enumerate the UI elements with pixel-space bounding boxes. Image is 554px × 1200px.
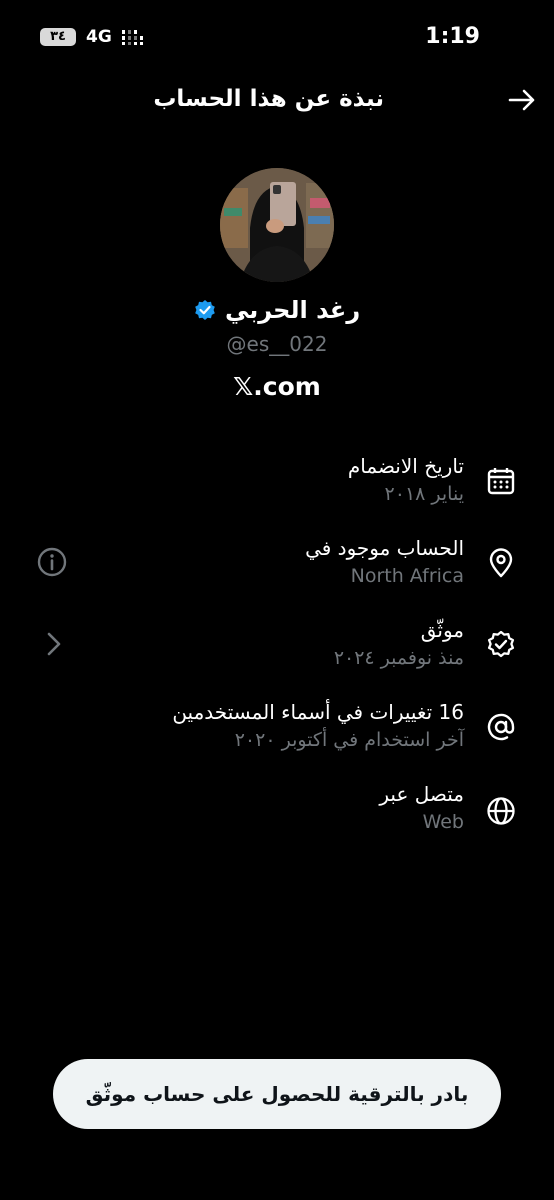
info-row-joined: تاريخ الانضمام يناير ٢٠١٨ (0, 452, 554, 522)
verified-check-icon (487, 630, 515, 658)
connected-via-title: متصل عبر (379, 782, 464, 806)
verified-value: منذ نوفمبر ٢٠٢٤ (333, 647, 464, 669)
globe-icon (487, 797, 515, 825)
network-type: 4G (86, 27, 112, 47)
clock: 1:19 (425, 24, 480, 49)
verified-title: موثّق (420, 618, 464, 642)
location-title: الحساب موجود في (305, 536, 464, 560)
calendar-icon (487, 468, 515, 495)
x-link[interactable]: 𝕏.com (0, 372, 554, 401)
location-pin-icon (489, 548, 513, 578)
avatar[interactable] (220, 168, 334, 282)
display-name-row: رغد الحربي (0, 296, 554, 324)
username-changes-value: آخر استخدام في أكتوبر ٢٠٢٠ (234, 729, 464, 751)
display-name: رغد الحربي (224, 296, 361, 324)
avatar-image (220, 168, 334, 282)
chevron-right-icon[interactable] (38, 628, 70, 660)
joined-value: يناير ٢٠١٨ (384, 483, 464, 505)
status-bar: ٣٤ 4G 1:19 (0, 0, 554, 70)
at-sign-icon (487, 713, 515, 741)
location-value: North Africa (350, 565, 464, 587)
joined-title: تاريخ الانضمام (347, 454, 464, 478)
info-row-connected-via: متصل عبر Web (0, 780, 554, 850)
info-icon[interactable] (36, 546, 68, 578)
signal-icon (122, 30, 143, 45)
verified-badge-icon[interactable] (194, 299, 216, 321)
info-row-verified[interactable]: موثّق منذ نوفمبر ٢٠٢٤ (0, 616, 554, 686)
info-row-location: الحساب موجود في North Africa (0, 534, 554, 604)
upgrade-button[interactable]: بادر بالترقية للحصول على حساب موثّق (53, 1059, 501, 1129)
arrow-right-icon[interactable] (504, 82, 540, 118)
info-row-username-changes: 16 تغييرات في أسماء المستخدمين آخر استخد… (0, 698, 554, 768)
header: نبذة عن هذا الحساب (0, 70, 554, 130)
connected-via-value: Web (422, 811, 464, 833)
user-handle: @es__022 (226, 332, 328, 356)
username-changes-title: 16 تغييرات في أسماء المستخدمين (172, 700, 464, 724)
page-title: نبذة عن هذا الحساب (153, 86, 384, 112)
battery-indicator: ٣٤ (40, 28, 76, 46)
